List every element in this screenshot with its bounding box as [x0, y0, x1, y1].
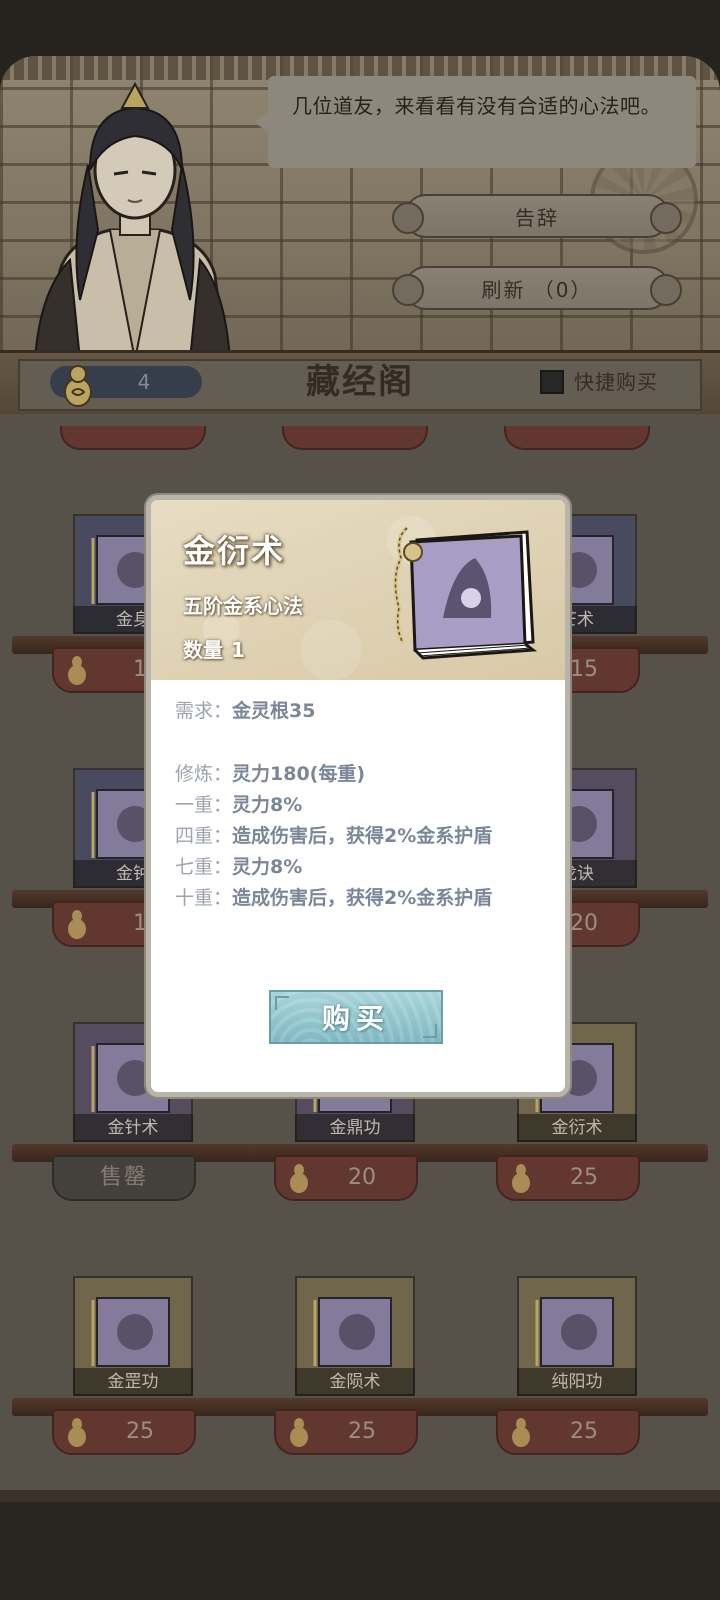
row-key: 四重： [175, 825, 233, 847]
modal-header: 金衍术 五阶金系心法 数量 1 [151, 500, 565, 680]
scripture-book-icon [393, 526, 538, 660]
skill-detail-modal: 金衍术 五阶金系心法 数量 1 需求：金灵根35 修炼：灵力180(每重) 一重… [146, 495, 570, 1097]
effect-row: 修炼：灵力180(每重) [175, 759, 555, 790]
row-key: 七重： [175, 856, 233, 878]
skill-quantity: 数量 1 [183, 634, 245, 663]
quantity-value: 1 [231, 638, 245, 662]
requirement-row: 需求：金灵根35 [175, 696, 555, 727]
row-key: 一重： [175, 794, 233, 816]
modal-body: 需求：金灵根35 修炼：灵力180(每重) 一重：灵力8% 四重：造成伤害后，获… [175, 696, 555, 914]
buy-button[interactable]: 购买 [269, 990, 443, 1044]
quantity-label: 数量 [183, 638, 223, 662]
effect-row: 四重：造成伤害后，获得2%金系护盾 [175, 821, 555, 852]
effect-row: 一重：灵力8% [175, 790, 555, 821]
row-value: 金灵根35 [232, 700, 316, 722]
row-value: 造成伤害后，获得2%金系护盾 [232, 887, 493, 909]
row-key: 十重： [175, 887, 233, 909]
effect-row: 十重：造成伤害后，获得2%金系护盾 [175, 883, 555, 914]
row-value: 造成伤害后，获得2%金系护盾 [232, 825, 493, 847]
row-key: 需求： [175, 700, 233, 722]
effect-row: 七重：灵力8% [175, 852, 555, 883]
app-root: 几位道友，来看看有没有合适的心法吧。 告辞 刷新 （0） 4 藏经阁 快捷购买 … [0, 0, 720, 1600]
row-value: 灵力8% [232, 794, 303, 816]
row-value: 灵力180(每重) [232, 763, 366, 785]
skill-type: 五阶金系心法 [183, 594, 303, 618]
row-value: 灵力8% [232, 856, 303, 878]
skill-name: 金衍术 [183, 532, 286, 570]
row-key: 修炼： [175, 763, 233, 785]
